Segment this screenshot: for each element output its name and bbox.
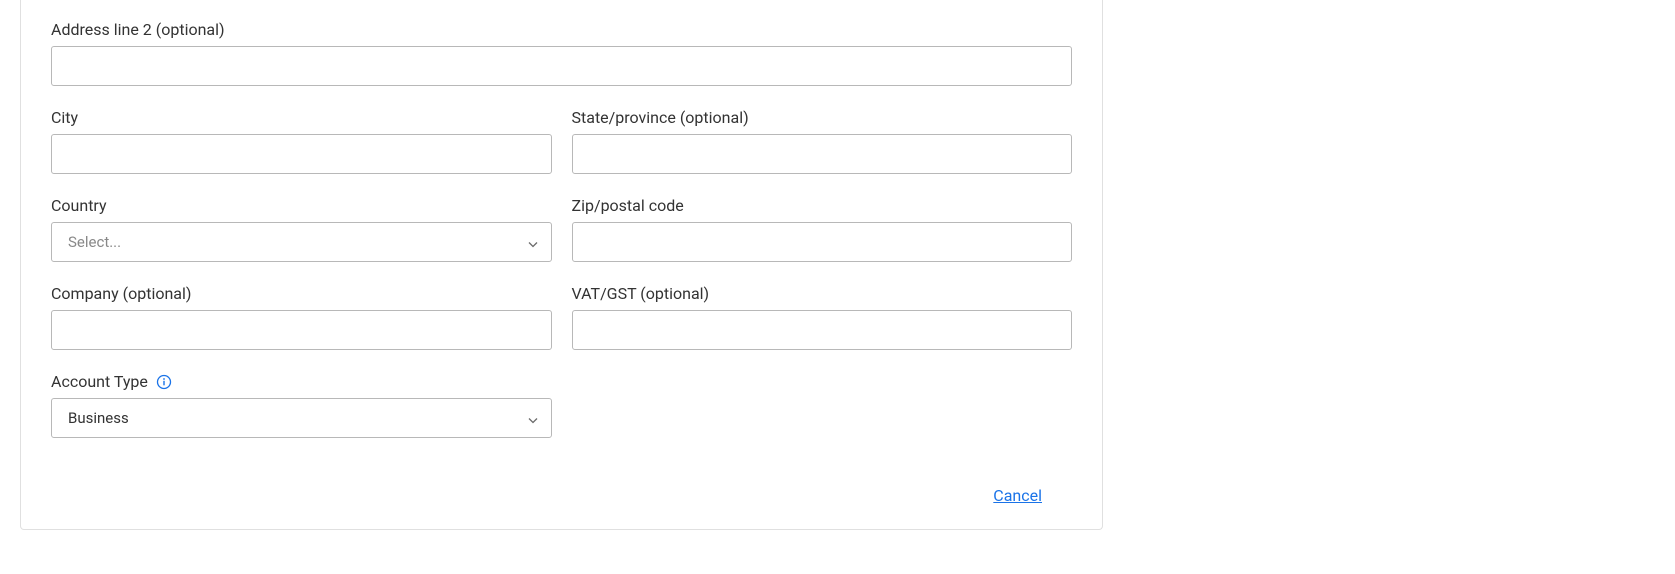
country-select-value: Select... bbox=[51, 222, 552, 262]
label-text: City bbox=[51, 108, 78, 127]
city-label: City bbox=[51, 108, 552, 127]
label-text: Company (optional) bbox=[51, 284, 191, 303]
company-input[interactable] bbox=[51, 310, 552, 350]
zip-label: Zip/postal code bbox=[572, 196, 1073, 215]
account-type-label: Account Type bbox=[51, 372, 552, 391]
vat-input[interactable] bbox=[572, 310, 1073, 350]
vat-label: VAT/GST (optional) bbox=[572, 284, 1073, 303]
label-text: VAT/GST (optional) bbox=[572, 284, 710, 303]
account-type-select[interactable]: Business bbox=[51, 398, 552, 438]
label-text: Address line 2 (optional) bbox=[51, 20, 225, 39]
state-label: State/province (optional) bbox=[572, 108, 1073, 127]
zip-input[interactable] bbox=[572, 222, 1073, 262]
country-label: Country bbox=[51, 196, 552, 215]
address2-input[interactable] bbox=[51, 46, 1072, 86]
company-label: Company (optional) bbox=[51, 284, 552, 303]
label-text: Country bbox=[51, 196, 107, 215]
label-text: Account Type bbox=[51, 372, 148, 391]
state-input[interactable] bbox=[572, 134, 1073, 174]
label-text: Zip/postal code bbox=[572, 196, 684, 215]
cancel-button[interactable]: Cancel bbox=[993, 486, 1042, 505]
address2-label: Address line 2 (optional) bbox=[51, 20, 1072, 39]
city-input[interactable] bbox=[51, 134, 552, 174]
account-type-select-value: Business bbox=[51, 398, 552, 438]
label-text: State/province (optional) bbox=[572, 108, 749, 127]
address-form-panel: Address line 2 (optional) City State/pro… bbox=[20, 0, 1103, 530]
info-icon[interactable] bbox=[156, 374, 172, 390]
country-select[interactable]: Select... bbox=[51, 222, 552, 262]
